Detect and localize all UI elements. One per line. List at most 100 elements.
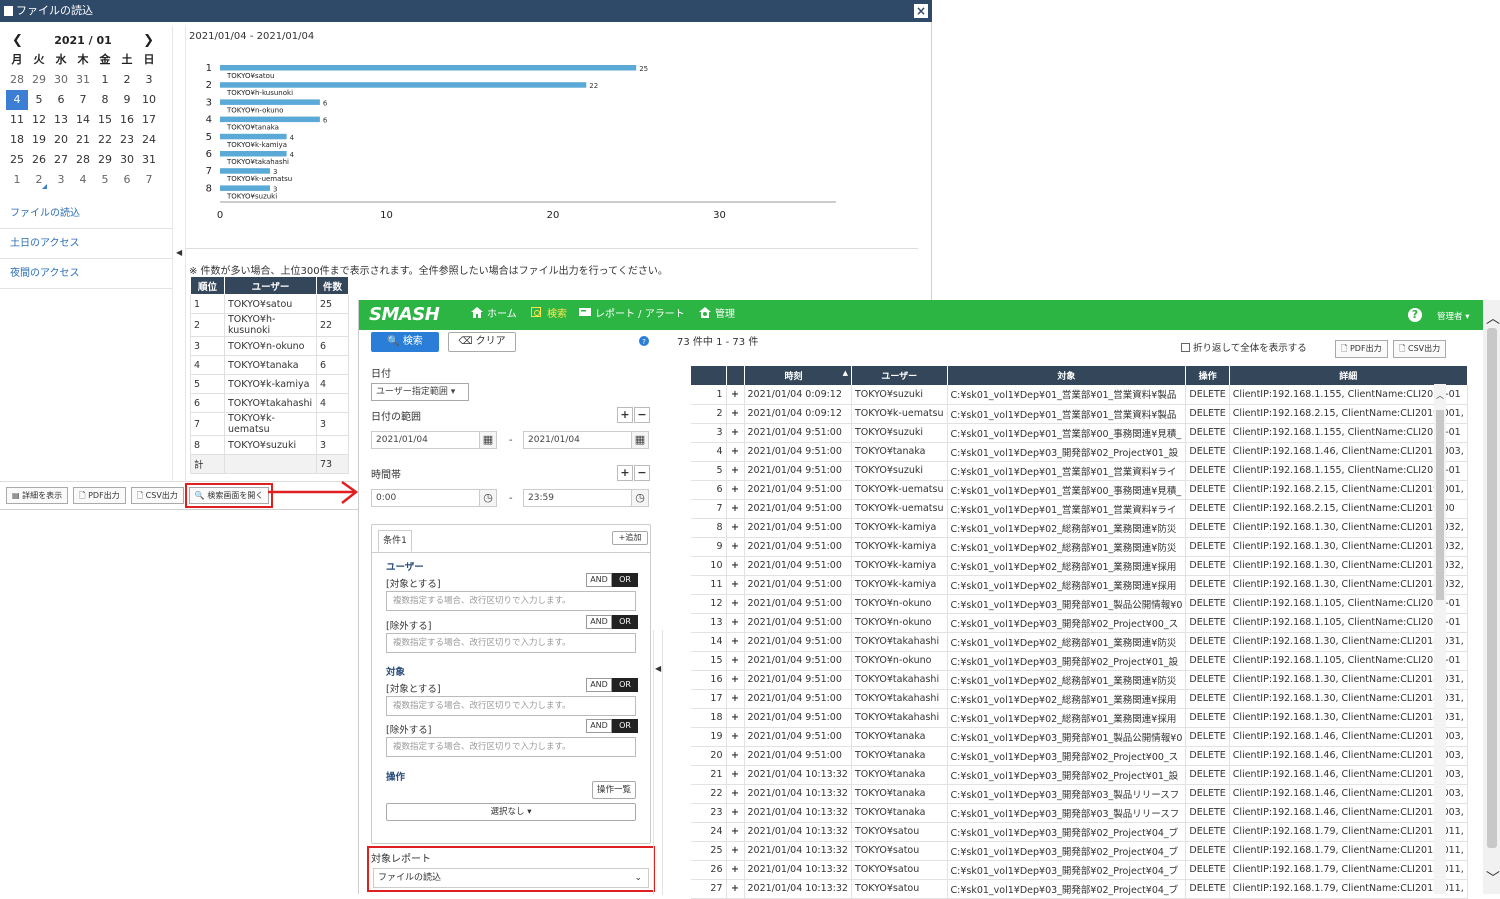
table-row[interactable]: 6 +2021/01/04 9:51:00 TOKYO¥k-uematsu C:¥sk… bbox=[691, 480, 1468, 500]
add-condition-button[interactable]: +追加 bbox=[612, 531, 648, 545]
date-mode-select[interactable]: ユーザー指定範囲 ▾ bbox=[371, 383, 469, 401]
collapse-left-icon[interactable]: ◀ bbox=[176, 248, 182, 257]
calendar-day[interactable]: 5 bbox=[28, 90, 50, 110]
time-from-input[interactable]: 0:00 bbox=[371, 489, 483, 507]
table-row[interactable]: 19 +2021/01/04 9:51:00 TOKYO¥tanaka C:¥sk01… bbox=[691, 727, 1468, 747]
info-icon[interactable]: ? bbox=[639, 336, 649, 346]
table-row[interactable]: 12 +2021/01/04 9:51:00 TOKYO¥n-okuno C:¥sk0… bbox=[691, 594, 1468, 614]
expand-row-icon[interactable]: + bbox=[726, 879, 745, 899]
target-exclude-input[interactable]: 複数指定する場合、改行区切りで入力します。 bbox=[386, 737, 636, 757]
user-include-input[interactable]: 複数指定する場合、改行区切りで入力します。 bbox=[386, 591, 636, 611]
time-to-input[interactable]: 23:59 bbox=[523, 489, 635, 507]
expand-row-icon[interactable]: + bbox=[726, 841, 745, 861]
table-row[interactable]: 25 +2021/01/04 10:13:32 TOKYO¥satou C:¥sk01… bbox=[691, 841, 1468, 861]
calendar-day[interactable]: 16 bbox=[116, 110, 138, 130]
table-row[interactable]: 20 +2021/01/04 9:51:00 TOKYO¥tanaka C:¥sk01… bbox=[691, 746, 1468, 766]
table-row[interactable]: 11 +2021/01/04 9:51:00 TOKYO¥k-kamiya C:¥sk… bbox=[691, 575, 1468, 595]
table-row[interactable]: 24 +2021/01/04 10:13:32 TOKYO¥satou C:¥sk01… bbox=[691, 822, 1468, 842]
andor-toggle[interactable]: AND OR bbox=[586, 719, 638, 733]
calendar-day[interactable]: 4 bbox=[72, 170, 94, 190]
remove-range-button[interactable]: − bbox=[634, 407, 650, 423]
calendar-day[interactable]: 9 bbox=[116, 90, 138, 110]
expand-row-icon[interactable]: + bbox=[726, 632, 745, 652]
expand-row-icon[interactable]: + bbox=[726, 689, 745, 709]
column-header[interactable]: 時刻 ▲ bbox=[744, 366, 852, 385]
calendar-day[interactable]: 17 bbox=[138, 110, 160, 130]
table-row[interactable]: 17 +2021/01/04 9:51:00 TOKYO¥takahashi C:¥s… bbox=[691, 689, 1468, 709]
calendar-day[interactable]: 22 bbox=[94, 130, 116, 150]
form-splitter[interactable]: ◀ bbox=[653, 630, 663, 895]
calendar-day[interactable]: 29 bbox=[94, 150, 116, 170]
andor-toggle[interactable]: AND OR bbox=[586, 678, 638, 692]
calendar-day[interactable]: 5 bbox=[94, 170, 116, 190]
calendar-day[interactable]: 8 bbox=[94, 90, 116, 110]
table-row[interactable]: 16 +2021/01/04 9:51:00 TOKYO¥takahashi C:¥s… bbox=[691, 670, 1468, 690]
expand-row-icon[interactable]: + bbox=[726, 708, 745, 728]
add-time-button[interactable]: + bbox=[617, 465, 633, 481]
wrap-checkbox[interactable]: 折り返して全体を表示する bbox=[1181, 340, 1307, 354]
calendar-day[interactable]: 1 bbox=[6, 170, 28, 190]
expand-row-icon[interactable]: + bbox=[726, 404, 745, 424]
calendar-day[interactable]: 7 bbox=[72, 90, 94, 110]
table-row[interactable]: 5 +2021/01/04 9:51:00 TOKYO¥suzuki C:¥sk01_… bbox=[691, 461, 1468, 481]
user-exclude-input[interactable]: 複数指定する場合、改行区切りで入力します。 bbox=[386, 633, 636, 653]
calendar-day[interactable]: 6 bbox=[116, 170, 138, 190]
scroll-thumb[interactable] bbox=[1487, 328, 1497, 848]
calendar-day[interactable]: 4 bbox=[6, 90, 28, 110]
expand-row-icon[interactable]: + bbox=[726, 480, 745, 500]
calendar-day[interactable]: 31 bbox=[72, 70, 94, 90]
calendar-icon[interactable]: ▦ bbox=[479, 431, 497, 449]
table-row[interactable]: 15 +2021/01/04 9:51:00 TOKYO¥n-okuno C:¥sk0… bbox=[691, 651, 1468, 671]
table-row[interactable]: 7 +2021/01/04 9:51:00 TOKYO¥k-uematsu C:¥sk… bbox=[691, 499, 1468, 519]
table-row[interactable]: 4 +2021/01/04 9:51:00 TOKYO¥tanaka C:¥sk01_… bbox=[691, 442, 1468, 462]
calendar-day[interactable]: 28 bbox=[6, 70, 28, 90]
calendar-day[interactable]: 1 bbox=[94, 70, 116, 90]
calendar-day[interactable]: 19 bbox=[28, 130, 50, 150]
date-from-input[interactable]: 2021/01/04 bbox=[371, 431, 483, 449]
calendar-icon[interactable]: ▦ bbox=[631, 431, 649, 449]
expand-row-icon[interactable]: + bbox=[726, 461, 745, 481]
operation-select[interactable]: 選択なし ▾ bbox=[386, 803, 636, 821]
scroll-up-icon[interactable]: ︿ bbox=[1486, 308, 1500, 328]
calendar-day[interactable]: 7 bbox=[138, 170, 160, 190]
expand-row-icon[interactable]: + bbox=[726, 803, 745, 823]
remove-time-button[interactable]: − bbox=[634, 465, 650, 481]
target-report-select[interactable]: ファイルの読込 ⌄ bbox=[373, 868, 649, 888]
clock-icon[interactable]: ◷ bbox=[631, 489, 649, 507]
table-row[interactable]: 26 +2021/01/04 10:13:32 TOKYO¥satou C:¥sk01… bbox=[691, 860, 1468, 880]
date-to-input[interactable]: 2021/01/04 bbox=[523, 431, 635, 449]
calendar-day[interactable]: 12 bbox=[28, 110, 50, 130]
calendar-day[interactable]: 11 bbox=[6, 110, 28, 130]
calendar-day[interactable]: 26 bbox=[28, 150, 50, 170]
calendar-day[interactable]: 3 bbox=[138, 70, 160, 90]
calendar-day[interactable]: 3 bbox=[50, 170, 72, 190]
calendar-day[interactable]: 13 bbox=[50, 110, 72, 130]
calendar-day[interactable]: 6 bbox=[50, 90, 72, 110]
search-button[interactable]: 🔍 検索 bbox=[371, 332, 439, 352]
expand-row-icon[interactable]: + bbox=[726, 423, 745, 443]
open-search-button[interactable]: 🔍 検索画面を開く bbox=[184, 483, 274, 508]
clock-icon[interactable]: ◷ bbox=[479, 489, 497, 507]
andor-toggle[interactable]: AND OR bbox=[586, 573, 638, 587]
expand-row-icon[interactable]: + bbox=[726, 651, 745, 671]
expand-row-icon[interactable]: + bbox=[726, 385, 745, 405]
calendar-day[interactable]: 20 bbox=[50, 130, 72, 150]
expand-row-icon[interactable]: + bbox=[726, 442, 745, 462]
table-row[interactable]: 27 +2021/01/04 10:13:32 TOKYO¥satou C:¥sk01… bbox=[691, 879, 1468, 899]
calendar-day[interactable]: 24 bbox=[138, 130, 160, 150]
show-detail-button[interactable]: ▤ 詳細を表示 bbox=[6, 487, 69, 504]
table-row[interactable]: 2 +2021/01/04 0:09:12 TOKYO¥k-uematsu C:¥sk… bbox=[691, 404, 1468, 424]
expand-row-icon[interactable]: + bbox=[726, 556, 745, 576]
expand-row-icon[interactable]: + bbox=[726, 746, 745, 766]
collapse-left-icon[interactable]: ◀ bbox=[655, 664, 661, 673]
expand-row-icon[interactable]: + bbox=[726, 765, 745, 785]
table-row[interactable]: 21 +2021/01/04 10:13:32 TOKYO¥tanaka C:¥sk0… bbox=[691, 765, 1468, 785]
next-month-icon[interactable]: ❯ bbox=[137, 33, 160, 48]
close-icon[interactable]: × bbox=[914, 4, 928, 18]
tab-condition-1[interactable]: 条件1 bbox=[378, 530, 412, 552]
expand-row-icon[interactable]: + bbox=[726, 499, 745, 519]
report-link[interactable]: 夜間のアクセス bbox=[0, 259, 172, 289]
help-icon[interactable]: ? bbox=[1408, 308, 1422, 322]
calendar-day[interactable]: 15 bbox=[94, 110, 116, 130]
table-row[interactable]: 18 +2021/01/04 9:51:00 TOKYO¥takahashi C:¥s… bbox=[691, 708, 1468, 728]
